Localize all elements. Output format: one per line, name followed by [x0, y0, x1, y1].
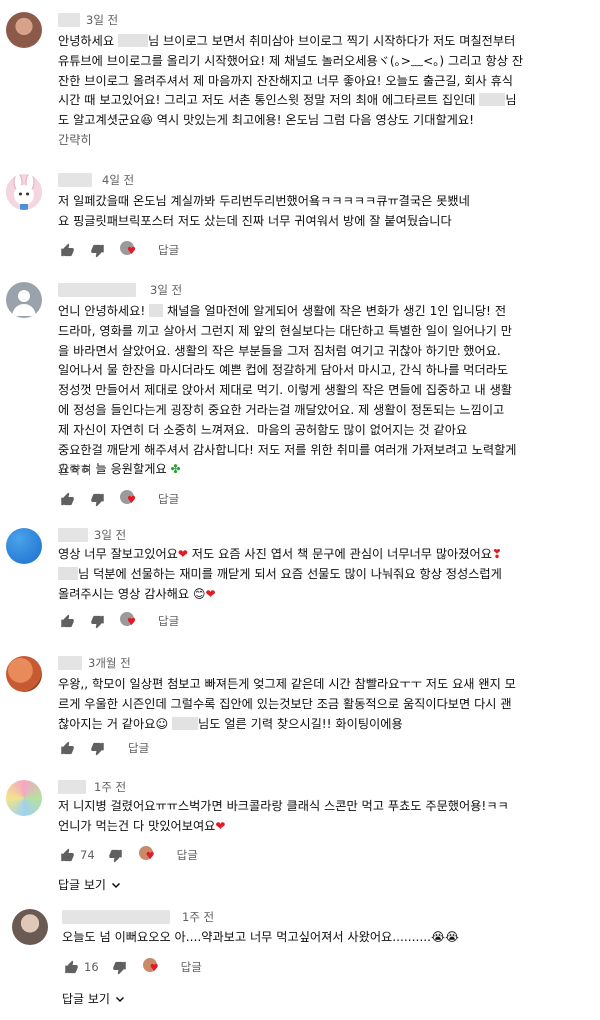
comment-time[interactable]: 1주 전	[94, 779, 126, 795]
show-less-link[interactable]: 간략히	[58, 131, 92, 151]
creator-heart-icon: ♥	[120, 490, 140, 508]
reply-button[interactable]: 답글	[128, 740, 149, 756]
comment-thread: 1주 전 오늘도 넘 이뻐요오오 아....약과보고 너무 먹고싶어져서 사왔어…	[0, 900, 600, 1020]
view-replies-button[interactable]: 답글 보기	[58, 876, 122, 893]
thumb-down-icon[interactable]	[111, 958, 129, 976]
avatar[interactable]	[6, 528, 42, 564]
comment-text: 저 일페갔을때 온도님 계실까봐 두리번두리번했어욬ㅋㅋㅋㅋㅋ큐ㅠ결국은 못뵀네…	[58, 194, 470, 228]
thumb-up-icon[interactable]	[62, 958, 80, 976]
comment-time[interactable]: 1주 전	[182, 909, 214, 925]
redacted-name	[172, 716, 199, 730]
reply-button[interactable]: 답글	[177, 847, 198, 863]
comment-actions: 답글	[58, 738, 149, 758]
thumb-up-icon[interactable]	[58, 739, 76, 757]
comment-thread: 3개월 전 우왕,, 학모이 일상편 첨보고 빠져든게 엊그제 같은데 시간 참…	[0, 642, 600, 770]
thumb-down-icon[interactable]	[107, 846, 125, 864]
comment-thread: 4일 전 저 일페갔을때 온도님 계실까봐 두리번두리번했어욬ㅋㅋㅋㅋㅋ큐ㅠ결국…	[0, 160, 600, 270]
comment-time[interactable]: 3개월 전	[88, 655, 131, 671]
view-replies-button[interactable]: 답글 보기	[62, 990, 126, 1007]
comment-text: 안녕하세요 님 브이로그 보면서 취미삼아 브이로그 찍기 시작하다가 저도 며…	[58, 34, 524, 128]
redacted-name	[149, 304, 164, 317]
comment-text: 오늘도 넘 이뻐요오오 아....약과보고 너무 먹고싶어져서 사왔어요....…	[62, 930, 460, 944]
chevron-down-icon	[115, 996, 125, 1002]
thumb-up-icon[interactable]	[58, 241, 76, 259]
author-name[interactable]	[58, 173, 92, 187]
avatar[interactable]	[6, 282, 42, 318]
author-name[interactable]	[58, 283, 136, 297]
like-count: 16	[84, 960, 99, 974]
heart-emoji-icon: ❤	[177, 547, 188, 561]
comment-thread: 3일 전 안녕하세요 님 브이로그 보면서 취미삼아 브이로그 찍기 시작하다가…	[0, 0, 600, 160]
creator-heart-icon: ♥	[142, 958, 163, 976]
thumb-up-icon[interactable]	[58, 846, 76, 864]
comment-text: 언니 안녕하세요! 채널을 얼마전에 알게되어 생활에 작은 변화가 생긴 1인…	[58, 304, 517, 477]
comment-actions: 16 ♥ 답글	[62, 957, 202, 977]
thumb-down-icon[interactable]	[88, 739, 106, 757]
author-name[interactable]	[58, 528, 88, 542]
comment-actions: ♥ 답글	[58, 489, 179, 509]
avatar[interactable]	[6, 780, 42, 816]
smile-emoji-icon: 😊	[192, 586, 206, 601]
avatar[interactable]	[6, 12, 42, 48]
comment-thread: 3일 전 영상 너무 잘보고있어요❤ 저도 요즘 사진 엽서 책 문구에 관심이…	[0, 520, 600, 642]
comment-time[interactable]: 3일 전	[86, 12, 118, 28]
thumb-up-icon[interactable]	[58, 612, 76, 630]
avatar[interactable]	[6, 656, 42, 692]
author-name[interactable]	[58, 780, 86, 794]
thumb-down-icon[interactable]	[88, 612, 106, 630]
creator-heart-icon: ♥	[138, 846, 159, 864]
redacted-name	[117, 34, 148, 47]
author-name[interactable]	[58, 656, 82, 670]
creator-heart-icon: ♥	[120, 612, 140, 630]
comment-time[interactable]: 3일 전	[94, 527, 126, 543]
clover-emoji-icon: ✤	[170, 462, 181, 477]
thumb-down-icon[interactable]	[88, 490, 106, 508]
chevron-down-icon	[111, 882, 121, 888]
reply-button[interactable]: 답글	[158, 491, 179, 507]
crying-emoji-icon: 😭😭	[431, 930, 460, 944]
comment-actions: ♥ 답글	[58, 611, 179, 631]
comment-thread: 1주 전 저 니지병 걸렸어요ㅠㅠ스벅가면 바크콜라랑 클래식 스콘만 먹고 푸…	[0, 770, 600, 900]
heart-emoji-icon: ❤	[205, 586, 216, 601]
grinning-emoji-icon: 😆	[140, 113, 153, 128]
reply-button[interactable]: 답글	[158, 242, 179, 258]
like-count: 74	[80, 848, 95, 862]
comment-time[interactable]: 4일 전	[102, 172, 134, 188]
comment-actions: 74 ♥ 답글	[58, 845, 198, 865]
author-name[interactable]	[58, 13, 80, 27]
heart-emoji-icon: ❣	[491, 547, 502, 561]
view-replies-label: 답글 보기	[58, 878, 106, 892]
comment-text: 저 니지병 걸렸어요ㅠㅠ스벅가면 바크콜라랑 클래식 스콘만 먹고 푸쵸도 주문…	[58, 799, 509, 833]
comment-time[interactable]: 3일 전	[150, 282, 182, 298]
reply-button[interactable]: 답글	[181, 959, 202, 975]
show-less-link[interactable]: 간략히	[58, 461, 92, 481]
author-name[interactable]	[62, 910, 170, 924]
comment-thread: 3일 전 언니 안녕하세요! 채널을 얼마전에 알게되어 생활에 작은 변화가 …	[0, 270, 600, 520]
redacted-name	[58, 566, 78, 580]
thumb-up-icon[interactable]	[58, 490, 76, 508]
creator-heart-icon: ♥	[120, 241, 140, 259]
reply-button[interactable]: 답글	[158, 613, 179, 629]
comment-text: 우왕,, 학모이 일상편 첨보고 빠져든게 엊그제 같은데 시간 참빨라요ㅜㅜ …	[58, 677, 516, 731]
comment-text: 영상 너무 잘보고있어요❤ 저도 요즘 사진 엽서 책 문구에 관심이 너무너무…	[58, 547, 502, 601]
comment-actions: ♥ 답글	[58, 240, 179, 260]
view-replies-label: 답글 보기	[62, 992, 110, 1006]
heart-emoji-icon: ❤	[215, 818, 226, 833]
thumb-down-icon[interactable]	[88, 241, 106, 259]
avatar[interactable]	[12, 909, 48, 945]
redacted-name	[479, 93, 506, 107]
avatar[interactable]	[6, 174, 42, 210]
